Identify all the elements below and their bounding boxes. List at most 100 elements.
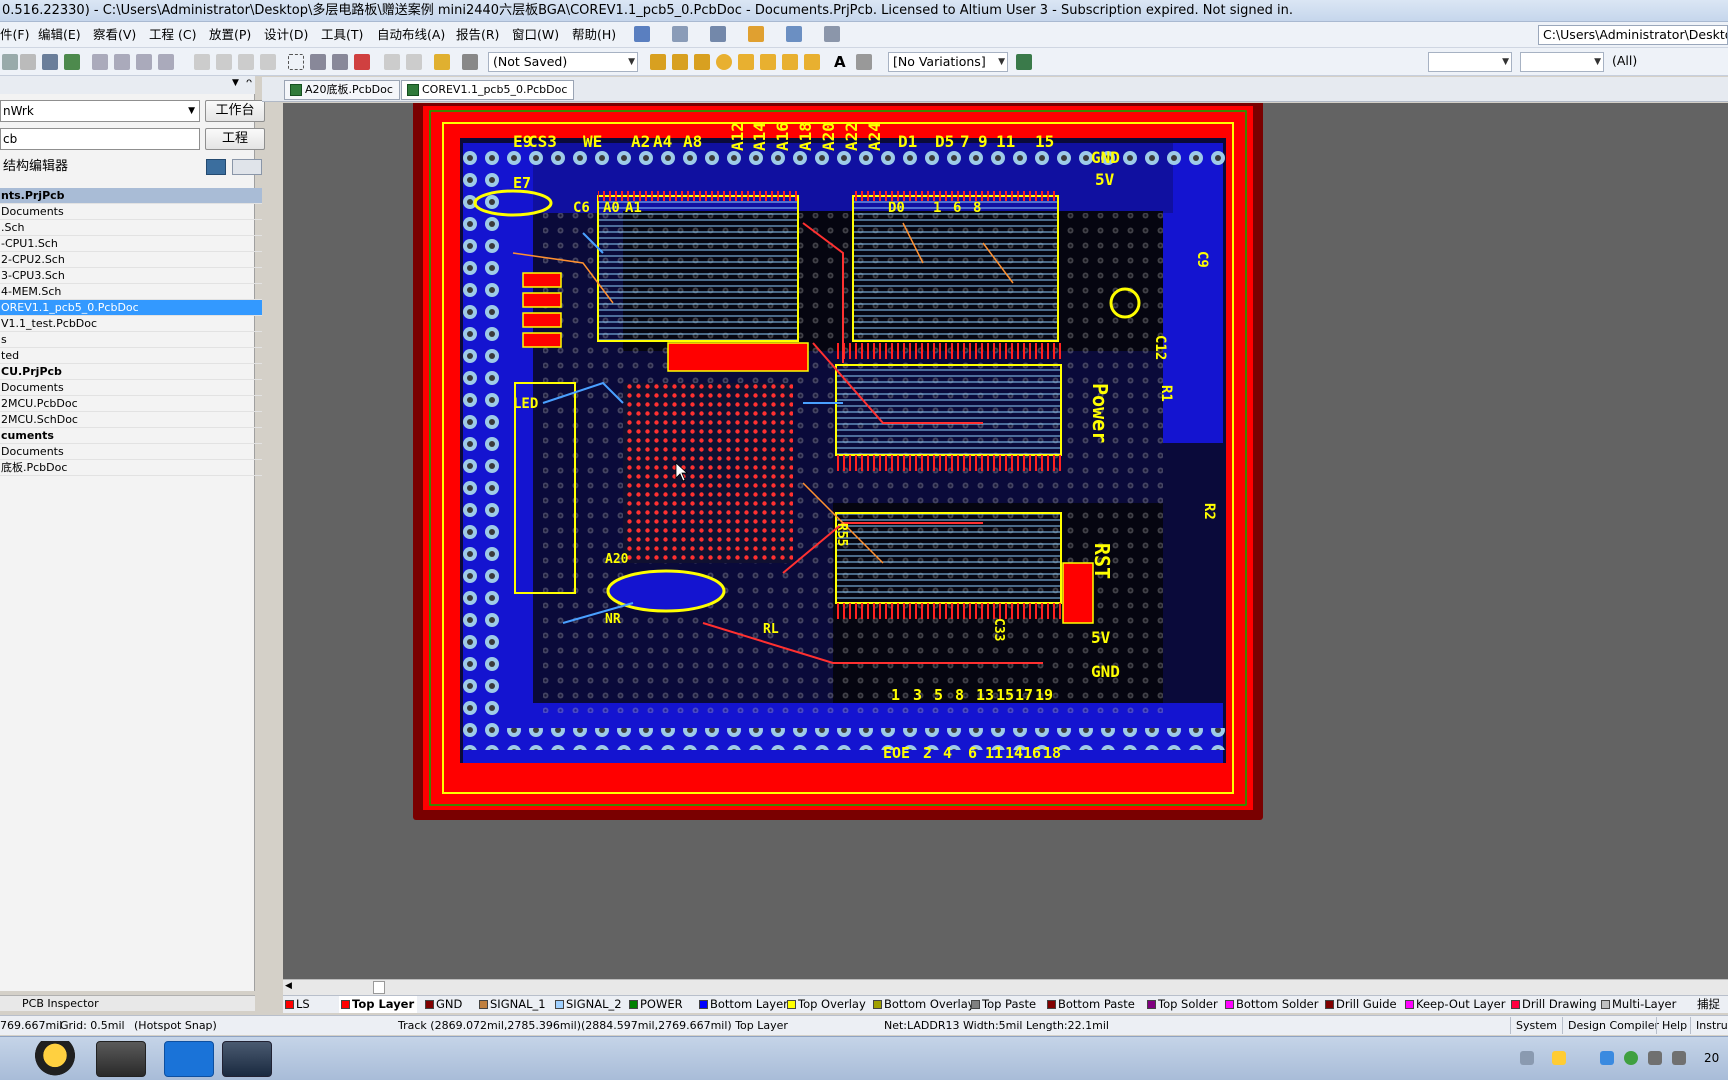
- scroll-left-icon[interactable]: ◀: [285, 981, 292, 991]
- layer-tab[interactable]: Top Layer: [339, 996, 418, 1013]
- menu-window[interactable]: 窗口(W): [512, 26, 559, 44]
- workspace-select[interactable]: nWrk ▼: [0, 100, 200, 122]
- tree-item[interactable]: OREV1.1_pcb5_0.PcbDoc: [0, 300, 262, 316]
- tree-item[interactable]: 4-MEM.Sch: [0, 284, 262, 300]
- string-icon[interactable]: A: [834, 54, 850, 70]
- layer-tab[interactable]: Bottom Paste: [1045, 996, 1138, 1013]
- filter-all-select[interactable]: (All): [1608, 52, 1728, 72]
- tree-item[interactable]: V1.1_test.PcbDoc: [0, 316, 262, 332]
- tree-item[interactable]: 3-CPU3.Sch: [0, 268, 262, 284]
- grid-icon[interactable]: [824, 26, 840, 42]
- layer-tab[interactable]: SIGNAL_1: [477, 996, 549, 1013]
- scroll-thumb[interactable]: [373, 981, 385, 994]
- folder-icon[interactable]: [232, 159, 262, 175]
- menu-file[interactable]: 件(F): [0, 26, 29, 44]
- network-tray-icon[interactable]: [1648, 1051, 1662, 1065]
- interactive-route-icon[interactable]: [650, 54, 666, 70]
- menu-tools[interactable]: 工具(T): [321, 26, 363, 44]
- layer-tab[interactable]: Drill Guide: [1323, 996, 1400, 1013]
- pcb-board[interactable]: E9CS3 WE A2 A4 A8 A12 A14 A16 A18 A20 A22 A24 D1 D5 7 9…: [283, 103, 1728, 980]
- tree-item[interactable]: s: [0, 332, 262, 348]
- select-area-icon[interactable]: [288, 54, 304, 70]
- tree-item[interactable]: .Sch: [0, 220, 262, 236]
- layer-tab[interactable]: POWER: [627, 996, 686, 1013]
- paste-icon[interactable]: [238, 54, 254, 70]
- tab-pcb-inspector[interactable]: PCB Inspector: [22, 996, 99, 1011]
- array-icon[interactable]: [856, 54, 872, 70]
- qq-taskbar-icon[interactable]: [30, 1041, 80, 1077]
- layer-tab[interactable]: Keep-Out Layer: [1403, 996, 1508, 1013]
- tree-item[interactable]: 底板.PcbDoc: [0, 460, 262, 476]
- polygon-icon[interactable]: [804, 54, 820, 70]
- zoom-area-icon[interactable]: [114, 54, 130, 70]
- zoom-filter-icon[interactable]: [158, 54, 174, 70]
- pin-icon[interactable]: ᴖ: [246, 77, 252, 88]
- cloud-tray-icon[interactable]: [1600, 1051, 1614, 1065]
- layer-tab[interactable]: Drill Drawing: [1509, 996, 1600, 1013]
- fill-icon[interactable]: [782, 54, 798, 70]
- layer-tab[interactable]: Bottom Overlay: [871, 996, 978, 1013]
- menu-view[interactable]: 察看(V): [93, 26, 136, 44]
- menu-autoroute[interactable]: 自动布线(A): [377, 26, 445, 44]
- structure-editor-row[interactable]: 结构编辑器: [0, 156, 262, 178]
- layer-tab[interactable]: SIGNAL_2: [553, 996, 625, 1013]
- recorder-taskbar-icon[interactable]: [222, 1041, 272, 1077]
- writer-taskbar-icon[interactable]: [164, 1041, 214, 1077]
- cut-icon[interactable]: [194, 54, 210, 70]
- layer-tab[interactable]: Bottom Layer: [697, 996, 791, 1013]
- volume-tray-icon[interactable]: [1672, 1051, 1686, 1065]
- tab-corev11-pcbdoc[interactable]: COREV1.1_pcb5_0.PcbDoc: [401, 80, 575, 100]
- layer-tab[interactable]: LS: [283, 996, 313, 1013]
- menu-help[interactable]: 帮助(H): [572, 26, 616, 44]
- menu-reports[interactable]: 报告(R): [456, 26, 499, 44]
- print-icon[interactable]: [2, 54, 18, 70]
- undo-icon[interactable]: [384, 54, 400, 70]
- layer-tab[interactable]: Top Paste: [969, 996, 1039, 1013]
- design-compiler-button[interactable]: Design Compiler: [1562, 1017, 1664, 1034]
- tree-item[interactable]: Documents: [0, 380, 262, 396]
- tree-item[interactable]: nts.PrjPcb: [0, 188, 262, 204]
- tree-item[interactable]: Documents: [0, 204, 262, 220]
- saved-state-select[interactable]: (Not Saved) ▼: [488, 52, 638, 72]
- menu-design[interactable]: 设计(D): [264, 26, 308, 44]
- wire-icon[interactable]: [634, 26, 650, 42]
- structure-icon[interactable]: [206, 159, 226, 175]
- qq-tray-icon[interactable]: [1552, 1051, 1566, 1065]
- tree-item[interactable]: CU.PrjPcb: [0, 364, 262, 380]
- project-button[interactable]: 工程: [205, 128, 265, 150]
- line-icon[interactable]: [748, 26, 764, 42]
- redo-icon[interactable]: [406, 54, 422, 70]
- tree-item[interactable]: 2MCU.SchDoc: [0, 412, 262, 428]
- path-field[interactable]: C:\Users\Administrator\Desktop\: [1538, 25, 1728, 45]
- move-icon[interactable]: [310, 54, 326, 70]
- preview-icon[interactable]: [20, 54, 36, 70]
- zoom-fit-icon[interactable]: [92, 54, 108, 70]
- component-icon[interactable]: [1016, 54, 1032, 70]
- diff-pair-icon[interactable]: [672, 54, 688, 70]
- zoom-select-icon[interactable]: [136, 54, 152, 70]
- menu-edit[interactable]: 编辑(E): [38, 26, 81, 44]
- system-button[interactable]: System: [1510, 1017, 1562, 1034]
- tree-item[interactable]: ted: [0, 348, 262, 364]
- via-icon[interactable]: [738, 54, 754, 70]
- rubber-stamp-icon[interactable]: [260, 54, 276, 70]
- workspace-button[interactable]: 工作台: [205, 100, 265, 122]
- tree-item[interactable]: -CPU1.Sch: [0, 236, 262, 252]
- chevron-down-icon[interactable]: ▼: [232, 78, 239, 88]
- keyboard-tray-icon[interactable]: [1520, 1051, 1534, 1065]
- tab-a20-pcbdoc[interactable]: A20底板.PcbDoc: [284, 80, 400, 100]
- instruments-button[interactable]: Instrum: [1690, 1017, 1728, 1034]
- copy-icon[interactable]: [216, 54, 232, 70]
- multi-route-icon[interactable]: [694, 54, 710, 70]
- layer-tab[interactable]: GND: [423, 996, 465, 1013]
- pcb-canvas[interactable]: E9 CS3 WE A2 A4 A8 A12 A14 A16 A18 A20 A22 A24 D1 D5 7 9…: [283, 103, 1728, 980]
- deselect-icon[interactable]: [332, 54, 348, 70]
- filter-select-1[interactable]: ▼: [1428, 52, 1512, 72]
- menu-place[interactable]: 放置(P): [209, 26, 251, 44]
- filter-select-2[interactable]: ▼: [1520, 52, 1604, 72]
- tree-item[interactable]: 2MCU.PcbDoc: [0, 396, 262, 412]
- snap-toggle[interactable]: 捕捉: [1695, 996, 1723, 1013]
- clear-icon[interactable]: [354, 54, 370, 70]
- tree-item[interactable]: 2-CPU2.Sch: [0, 252, 262, 268]
- altium-taskbar-icon[interactable]: [96, 1041, 146, 1077]
